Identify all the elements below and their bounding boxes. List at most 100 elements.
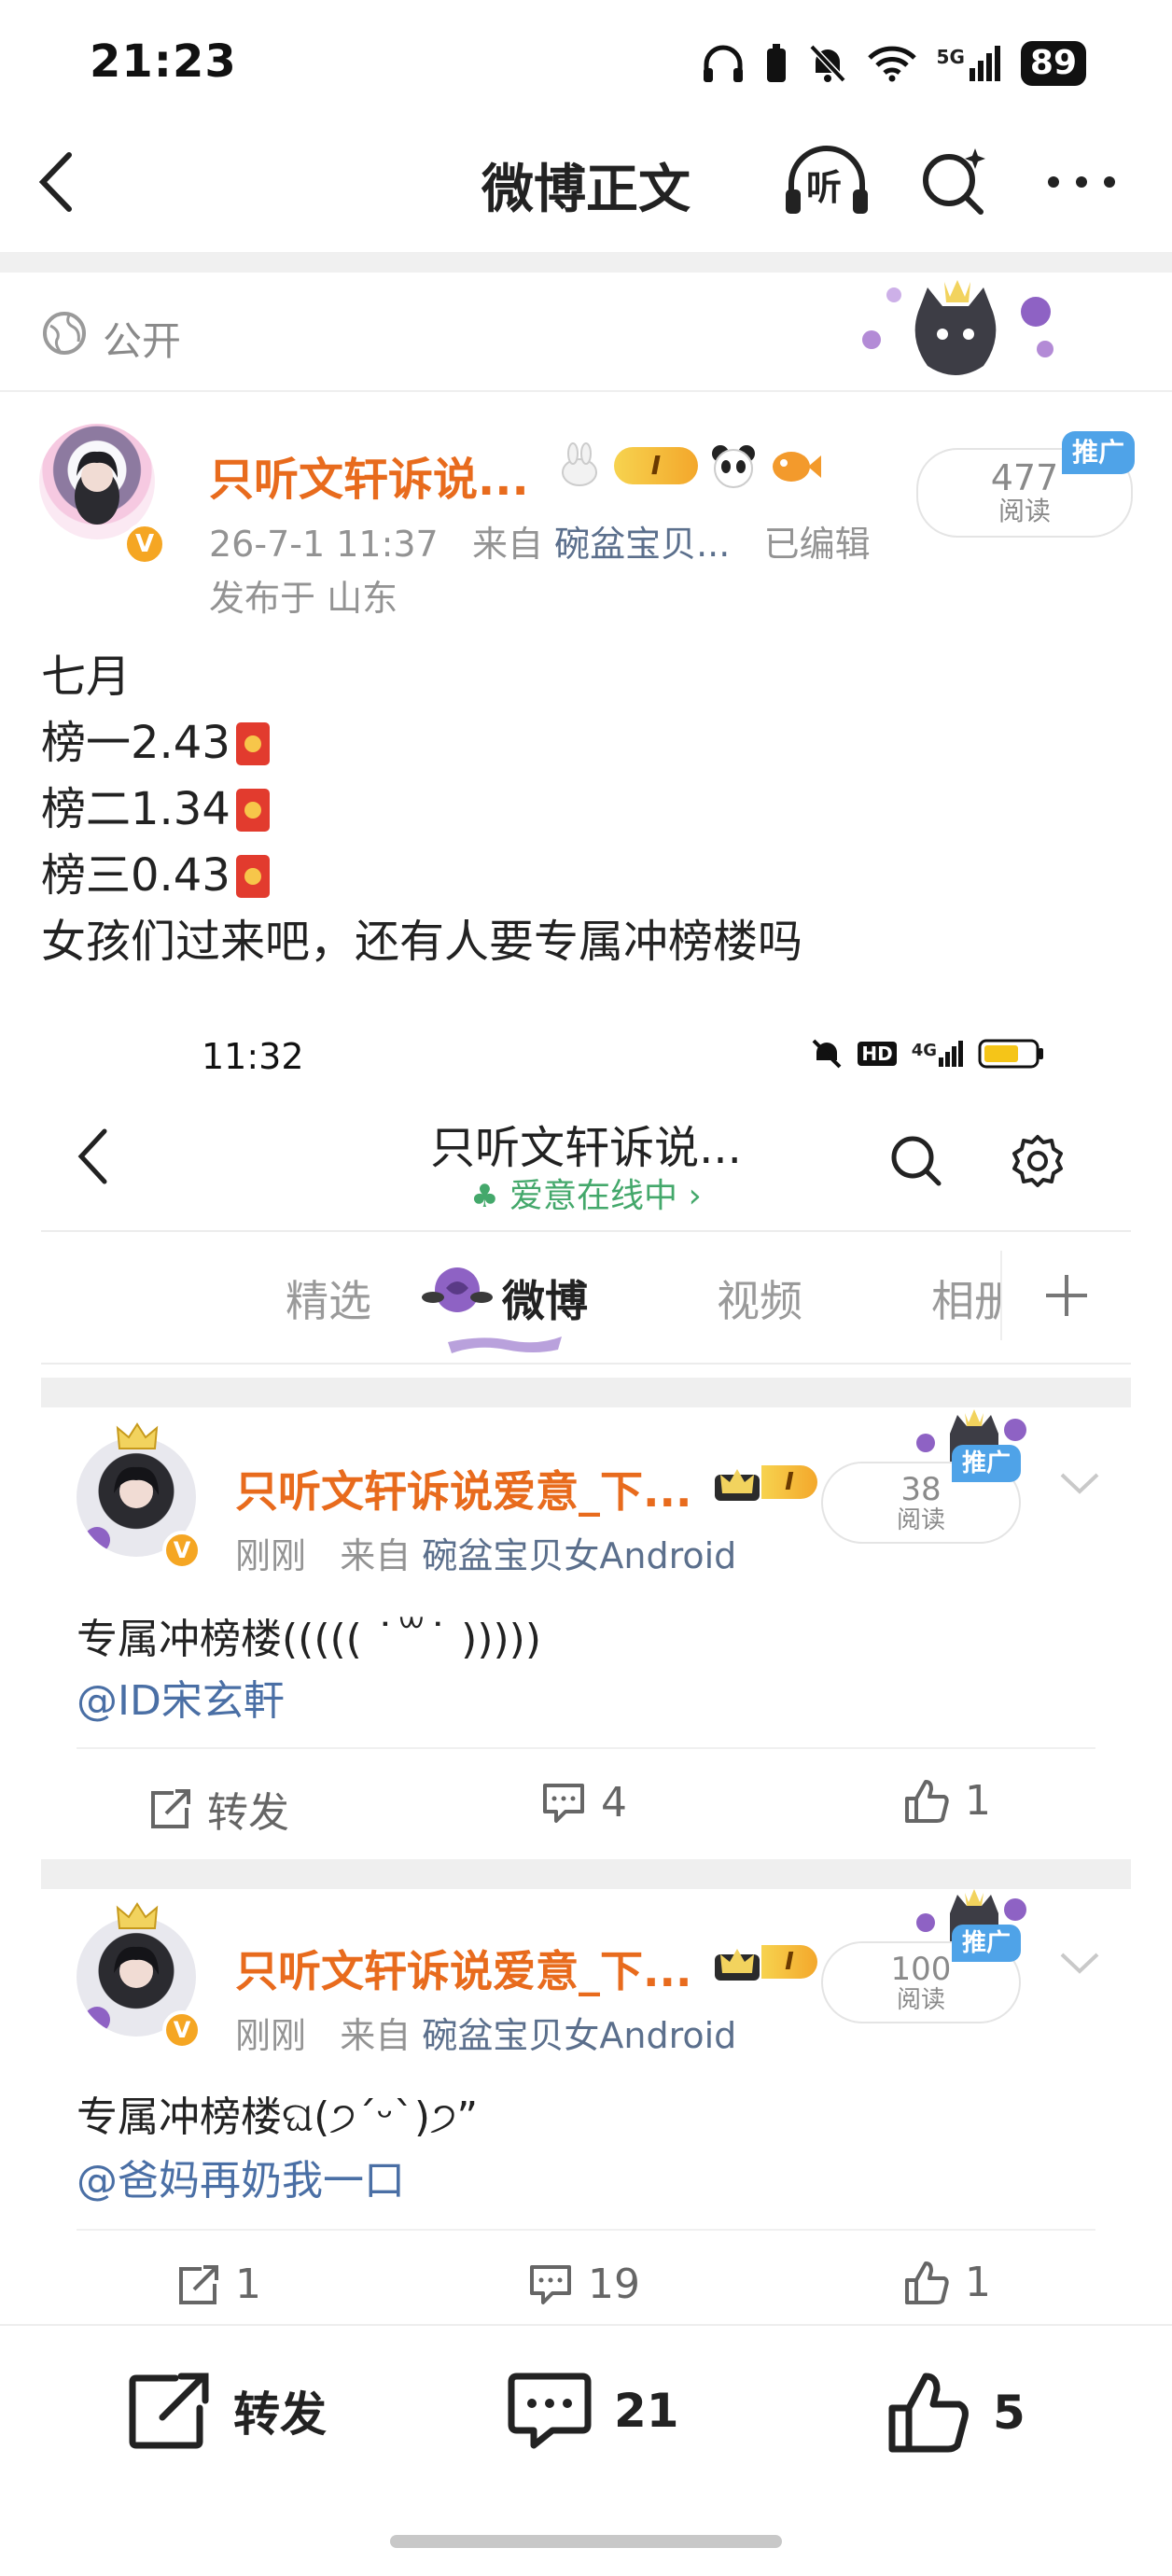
fish-icon — [773, 452, 821, 482]
search-button[interactable] — [913, 140, 997, 224]
screenshot-subtitle: 爱意在线中 — [509, 1177, 678, 1215]
wifi-icon — [867, 46, 916, 82]
tab-video[interactable]: 视频 — [717, 1267, 802, 1329]
tabs-divider — [41, 1363, 1131, 1365]
screenshot-settings-button[interactable] — [1010, 1133, 1066, 1193]
screenshot-status-line[interactable]: ♣ 爱意在线中 › — [0, 1169, 1172, 1217]
screenshot-status-icons: HD 4G — [811, 1038, 1045, 1070]
card-read-label: 阅读 — [896, 1986, 945, 2014]
post-source-prefix: 来自 — [471, 524, 543, 565]
post-line: 榜二1.34 — [41, 777, 802, 843]
repost-icon — [129, 2373, 209, 2449]
listen-button[interactable]: 听 — [780, 140, 873, 224]
card-repost-label: 转发 — [207, 1789, 289, 1837]
level-badge: I — [614, 447, 698, 484]
author-avatar[interactable] — [39, 424, 155, 539]
home-indicator[interactable] — [390, 2535, 782, 2548]
mute-icon — [812, 1039, 842, 1069]
repost-icon — [151, 1789, 190, 1828]
verified-badge-icon: V — [162, 2010, 202, 2050]
promo-badge: 推广 — [1062, 431, 1135, 474]
mute-icon — [809, 44, 846, 83]
card-comment-button[interactable]: 4 — [541, 1779, 627, 1827]
card-repost-count: 1 — [235, 2261, 261, 2308]
comment-button[interactable]: 21 — [508, 2371, 679, 2451]
card-source[interactable]: 碗盆宝贝女Android — [422, 2015, 736, 2056]
card-author-name[interactable]: 只听文轩诉说爱意_下... — [235, 1938, 691, 1999]
headphones-icon — [703, 45, 743, 82]
card-author-name[interactable]: 只听文轩诉说爱意_下... — [235, 1458, 691, 1519]
listen-label: 听 — [806, 167, 843, 208]
post-edited-label: 已编辑 — [763, 524, 871, 565]
card-like-count: 1 — [965, 2259, 991, 2306]
chevron-down-icon[interactable] — [1058, 1471, 1101, 1497]
screenshot-network-type: 4G — [911, 1041, 937, 1060]
screenshot-search-button[interactable] — [888, 1133, 944, 1193]
red-packet-icon — [235, 788, 270, 832]
tab-weibo[interactable]: 微博 — [502, 1267, 588, 1329]
thumbs-up-icon — [905, 1779, 949, 1823]
card-actions-divider — [77, 1747, 1095, 1749]
visibility-label: 公开 — [103, 318, 182, 364]
verified-badge-icon: V — [123, 523, 166, 566]
comment-icon — [530, 2264, 571, 2304]
tab-album-clip: 相册 — [931, 1267, 1000, 1329]
signal-5g-icon: 5G — [937, 46, 1000, 81]
clover-icon: ♣ — [470, 1178, 499, 1215]
card-like-button[interactable]: 1 — [903, 2259, 991, 2306]
card-meta: 刚刚 来自 碗盆宝贝女Android — [235, 1535, 737, 1576]
screenshot-profile-title: 只听文轩诉说... — [430, 1122, 742, 1174]
hd-badge: HD — [858, 1042, 897, 1066]
post-location: 发布于 山东 — [209, 578, 398, 619]
card-level-badge: I — [713, 1941, 817, 1982]
gear-icon — [1012, 1135, 1063, 1187]
more-button[interactable] — [1039, 140, 1123, 224]
crown-icon — [116, 1422, 159, 1449]
card-text: 专属冲榜楼ଘ(੭ˊᵕˋ)੭” — [77, 2093, 479, 2141]
card-comment-button[interactable]: 19 — [528, 2261, 640, 2308]
post-source[interactable]: 碗盆宝贝... — [554, 524, 730, 565]
status-time: 21:23 — [90, 35, 237, 88]
read-label: 阅读 — [998, 496, 1051, 526]
post-line: 女孩们过来吧，还有人要专属冲榜楼吗 — [41, 916, 803, 968]
battery-saver-icon — [766, 44, 786, 82]
card-mention[interactable]: @ID宋玄軒 — [77, 1667, 285, 1727]
card-promo-badge: 推广 — [952, 1445, 1021, 1482]
comment-icon — [543, 1783, 584, 1823]
panda-icon — [712, 445, 755, 488]
repost-button[interactable]: 转发 — [127, 2371, 327, 2451]
like-count: 5 — [993, 2386, 1026, 2440]
comment-icon — [508, 2373, 592, 2449]
chevron-down-icon[interactable] — [1058, 1951, 1101, 1977]
card-repost-button[interactable]: 转发 — [147, 1779, 289, 1839]
tab-album[interactable]: 相册 — [931, 1276, 1000, 1326]
post-author-name[interactable]: 只听文轩诉说... — [209, 442, 529, 508]
card-repost-button[interactable]: 1 — [175, 2261, 261, 2308]
tab-active-indicator — [448, 1337, 562, 1353]
battery-indicator: 89 — [1020, 41, 1086, 86]
search-icon — [923, 148, 985, 215]
like-button[interactable]: 5 — [886, 2371, 1026, 2455]
card-mention[interactable]: @爸妈再奶我一口 — [77, 2147, 405, 2206]
avatar-portrait-icon — [75, 451, 119, 525]
card-level-badge: I — [713, 1462, 817, 1503]
member-badges: I — [556, 442, 821, 489]
repost-icon — [179, 2264, 218, 2304]
tab-featured[interactable]: 精选 — [286, 1267, 371, 1329]
post-line: 榜一2.43 — [41, 710, 802, 777]
globe-icon — [43, 312, 86, 355]
rose-icon — [422, 1267, 493, 1312]
post-line: 榜三0.43 — [41, 843, 802, 909]
red-packet-icon — [235, 854, 270, 898]
post-line: 七月 — [41, 651, 132, 703]
tab-add-button[interactable] — [1000, 1251, 1131, 1340]
card-source[interactable]: 碗盆宝贝女Android — [422, 1535, 736, 1576]
status-icons: 5G 89 — [702, 41, 1086, 86]
post-meta: 26-7-1 11:37 来自 碗盆宝贝... 已编辑 — [209, 515, 871, 567]
bunny-badge-icon — [562, 442, 597, 486]
crown-badge-icon — [715, 1949, 760, 1981]
plus-icon — [1046, 1275, 1087, 1316]
thumbs-up-icon — [888, 2373, 969, 2453]
cat-decoration-icon — [862, 280, 1053, 375]
card-like-button[interactable]: 1 — [903, 1777, 991, 1825]
